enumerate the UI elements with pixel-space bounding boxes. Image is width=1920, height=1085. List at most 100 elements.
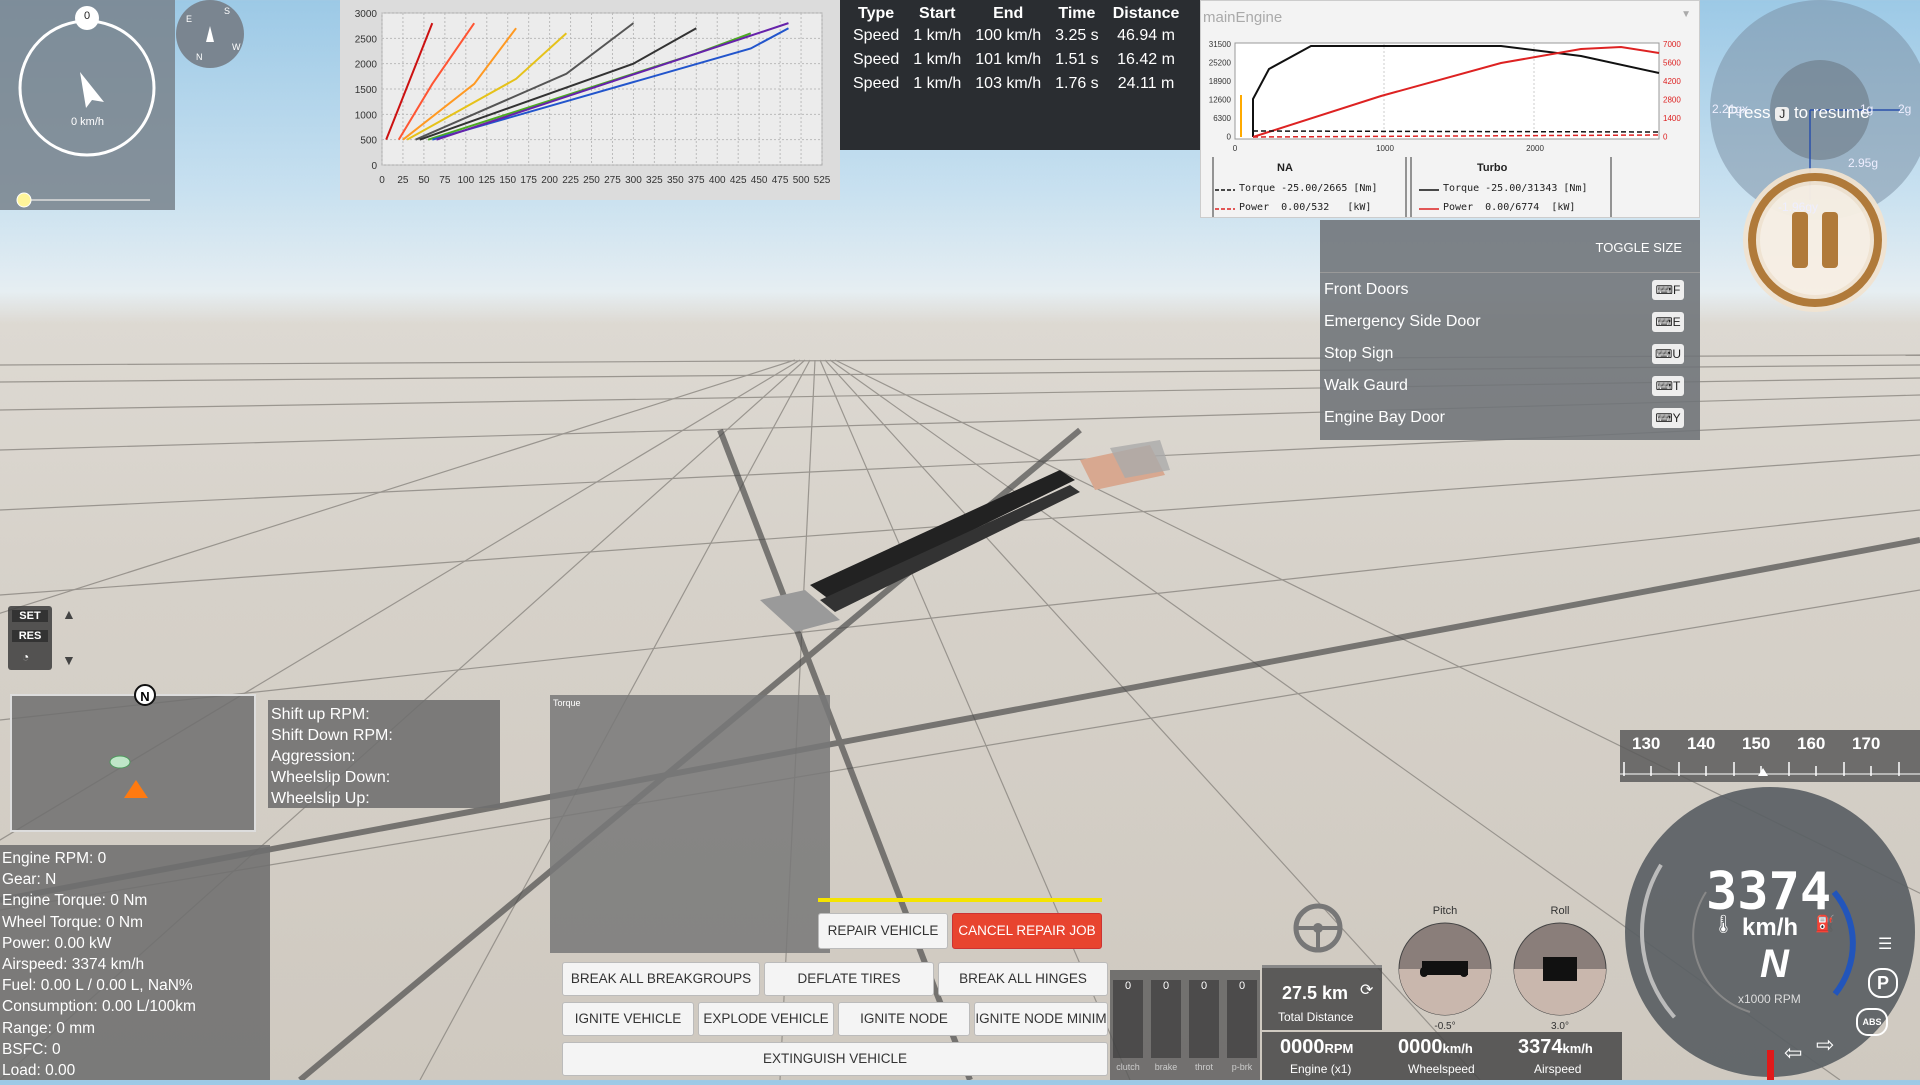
x-tick-label: 500: [793, 175, 810, 186]
stat-power: Power: 0.00 kW: [2, 934, 112, 952]
minimap-north-icon: N: [134, 684, 156, 706]
x-tick-label: 325: [646, 175, 663, 186]
pedal-label: p-brk: [1231, 1062, 1253, 1072]
temperature-icon: 🌡: [1712, 914, 1735, 934]
pedal-label: brake: [1154, 1062, 1178, 1072]
left-tick-label: 12600: [1209, 96, 1232, 105]
right-tick-label: 0: [1663, 133, 1668, 142]
engine-stats-panel: Engine RPM: 0 Gear: N Engine Torque: 0 N…: [0, 845, 270, 1080]
pitch-gauge: Pitch -0.5°: [1390, 905, 1500, 1035]
right-turn-icon: ⇨: [1816, 1032, 1835, 1057]
turbo-power: Power 0.00/6774 [kW]: [1443, 202, 1576, 213]
door-item-emergency-side-door[interactable]: Emergency Side Door ⌨E: [1324, 306, 1690, 338]
explode-vehicle-button[interactable]: EXPLODE VEHICLE: [698, 1002, 834, 1036]
repair-progress-bar: [818, 898, 1102, 902]
y-tick-label: 2500: [355, 34, 378, 45]
cruise-res-button[interactable]: RES: [12, 630, 48, 642]
engine-dropdown-icon[interactable]: ▼: [1681, 9, 1691, 20]
na-label: NA: [1277, 162, 1293, 174]
x-tick-label: 100: [457, 175, 474, 186]
turbo-torque: Torque -25.00/31343 [Nm]: [1443, 183, 1588, 194]
x-tick-label: 400: [709, 175, 726, 186]
x-tick-label: 0: [1233, 144, 1238, 153]
accel-header: Time: [1058, 5, 1096, 22]
ignite-node-button[interactable]: IGNITE NODE: [838, 1002, 970, 1036]
cancel-repair-button[interactable]: CANCEL REPAIR JOB: [952, 913, 1102, 949]
table-cell: 1 km/h: [913, 51, 962, 68]
pedal-throttle: 0: [1189, 980, 1219, 1058]
door-item-engine-bay-door[interactable]: Engine Bay Door ⌨Y: [1324, 402, 1690, 434]
door-item-front-doors[interactable]: Front Doors ⌨F: [1324, 274, 1690, 306]
reset-icon[interactable]: ⟳: [1360, 980, 1373, 1000]
table-row: Speed 1 km/h 103 km/h 1.76 s 24.11 m: [846, 72, 1186, 96]
pedal-label: throt: [1194, 1062, 1213, 1072]
minimap[interactable]: [10, 694, 256, 832]
table-cell: 24.11 m: [1117, 75, 1175, 92]
main-speedometer: 3374 km/h N x1000 RPM P ABS ☰ 🌡 ⛽ ⇦ ⇨: [1620, 782, 1920, 1080]
parking-brake-icon: P: [1868, 968, 1898, 998]
door-item-walk-gaurd[interactable]: Walk Gaurd ⌨T: [1324, 370, 1690, 402]
door-controls-panel: TOGGLE SIZE Front Doors ⌨F Emergency Side…: [1320, 220, 1700, 440]
turbo-label: Turbo: [1477, 162, 1508, 174]
cruise-set-button[interactable]: SET: [12, 610, 48, 622]
speedo-readout: 0 km/h: [70, 116, 104, 128]
repair-vehicle-button[interactable]: REPAIR VEHICLE: [818, 913, 948, 949]
x-tick-label: 450: [751, 175, 768, 186]
y-tick-label: 0: [371, 161, 377, 172]
x-tick-label: 125: [478, 175, 495, 186]
vehicle-chassis: [760, 440, 1170, 632]
cruise-gauge-icon: ◔: [22, 650, 30, 664]
x-tick-label: 200: [541, 175, 558, 186]
roll-gauge: Roll 3.0°: [1505, 905, 1615, 1035]
engine-rpm-readout: 0000RPM: [1280, 1036, 1354, 1058]
stat-engine-torque: Engine Torque: 0 Nm: [2, 892, 148, 910]
big-speed-value: 3374: [1706, 862, 1832, 922]
airspeed-readout: 3374km/h: [1518, 1036, 1593, 1058]
stat-wheel-torque: Wheel Torque: 0 Nm: [2, 913, 143, 931]
cruise-down-icon[interactable]: ▼: [62, 652, 76, 668]
total-distance: 27.5 km ⟳ Total Distance: [1262, 968, 1382, 1030]
pedal-brake: 0: [1151, 980, 1181, 1058]
compass: S E N W: [176, 0, 244, 68]
ignite-node-minimal-button[interactable]: IGNITE NODE MINIM: [974, 1002, 1108, 1036]
accel-header: Distance: [1112, 5, 1180, 22]
cruise-up-icon[interactable]: ▲: [62, 606, 76, 622]
deflate-tires-button[interactable]: DEFLATE TIRES: [764, 962, 934, 996]
x-tick-label: 75: [439, 175, 451, 186]
wheelspeed-label: Wheelspeed: [1408, 1062, 1475, 1076]
x-tick-label: 350: [667, 175, 684, 186]
stat-gear: Gear: N: [2, 871, 57, 889]
pedal-label: clutch: [1116, 1062, 1140, 1072]
big-speed-unit: km/h: [1742, 914, 1799, 941]
break-all-breakgroups-button[interactable]: BREAK ALL BREAKGROUPS: [562, 962, 760, 996]
break-all-hinges-button[interactable]: BREAK ALL HINGES: [938, 962, 1108, 996]
stat-engine-rpm: Engine RPM: 0: [2, 850, 107, 867]
ignite-vehicle-button[interactable]: IGNITE VEHICLE: [562, 1002, 694, 1036]
speed-readouts: 0000RPM Engine (x1) 0000km/h Wheelspeed …: [1262, 1032, 1622, 1080]
resume-key: J: [1775, 107, 1790, 121]
y-tick-label: 1000: [355, 110, 378, 121]
table-cell: 46.94 m: [1117, 27, 1175, 44]
x-tick-label: 50: [418, 175, 430, 186]
shift-info-panel: Shift up RPM: Shift Down RPM: Aggression…: [268, 700, 500, 808]
table-cell: 1.76 s: [1055, 75, 1099, 92]
keycap-icon: ⌨E: [1652, 312, 1684, 332]
door-item-stop-sign[interactable]: Stop Sign ⌨U: [1324, 338, 1690, 370]
x-tick-label: 1000: [1376, 144, 1394, 153]
na-torque: Torque -25.00/2665 [Nm]: [1239, 183, 1378, 194]
right-tick-label: 2800: [1663, 96, 1681, 105]
table-cell: 103 km/h: [975, 75, 1042, 92]
mini-speedometer: 0 0 km/h: [0, 0, 175, 210]
toggle-size-button[interactable]: TOGGLE SIZE: [1596, 240, 1682, 255]
acceleration-table: Type Start End Time Distance Speed 1 km/h 100 …: [840, 0, 1200, 150]
airspeed-label: Airspeed: [1534, 1062, 1582, 1076]
svg-text:W: W: [232, 42, 241, 52]
extinguish-vehicle-button[interactable]: EXTINGUISH VEHICLE: [562, 1042, 1108, 1076]
gear-indicator: N: [1760, 942, 1789, 986]
stat-range: Range: 0 mm: [2, 1019, 96, 1037]
left-turn-icon: ⇦: [1784, 1040, 1803, 1065]
keycap-icon: ⌨F: [1652, 280, 1684, 300]
pedal-clutch: 0: [1113, 980, 1143, 1058]
g-left: 2.21gx: [1712, 102, 1749, 116]
steering-wheel-icon: [1292, 902, 1344, 954]
